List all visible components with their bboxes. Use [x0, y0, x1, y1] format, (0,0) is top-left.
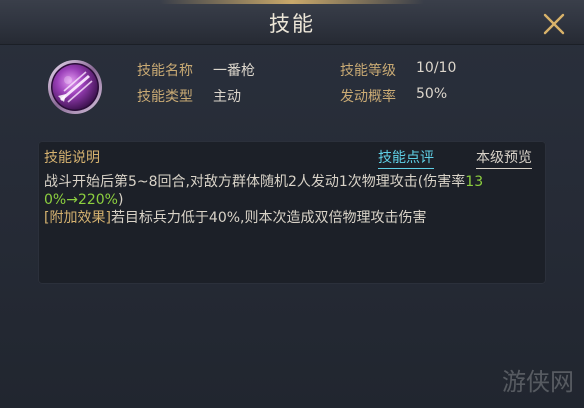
- skill-dialog: 技能 技能名称 一番枪 技能等级 10/10 技能类型 主动 发动概率 50% …: [0, 0, 584, 408]
- description-header: 技能说明: [44, 150, 100, 166]
- damage-rate-highlight-cont: 0%→220%: [44, 192, 118, 208]
- watermark-logo: 游侠网: [500, 360, 578, 400]
- description-text: 战斗开始后第5~8回合,对敌方群体随机2人发动1次物理攻击(伤害率: [44, 174, 466, 190]
- title-ornament: [160, 0, 424, 4]
- extra-effect-text: 若目标兵力低于40%,则本次造成双倍物理攻击伤害: [110, 210, 427, 226]
- skill-type-value: 主动: [213, 89, 241, 105]
- skill-type-label: 技能类型: [137, 89, 193, 105]
- close-icon: [543, 13, 565, 35]
- damage-rate-highlight: 13: [465, 174, 484, 190]
- skill-description-panel: 技能说明 技能点评 本级预览 战斗开始后第5~8回合,对敌方群体随机2人发动1次…: [38, 141, 546, 284]
- title-bar: 技能: [0, 0, 584, 45]
- skill-name-label: 技能名称: [137, 63, 193, 79]
- trigger-chance-label: 发动概率: [340, 89, 396, 105]
- close-button[interactable]: [539, 9, 569, 39]
- trigger-chance-value: 50%: [416, 86, 448, 102]
- description-text-cont: ): [117, 192, 124, 208]
- description-line-3: [附加效果]若目标兵力低于40%,则本次造成双倍物理攻击伤害: [44, 209, 427, 227]
- skill-name-value: 一番枪: [213, 63, 255, 79]
- skill-level-label: 技能等级: [340, 63, 396, 79]
- svg-text:游侠网: 游侠网: [502, 368, 574, 396]
- description-line-2: 0%→220%): [44, 191, 123, 209]
- skill-type-row: 技能类型 主动: [137, 86, 307, 106]
- skill-icon: [46, 58, 104, 116]
- tab-skill-review[interactable]: 技能点评: [378, 147, 434, 169]
- description-line-1: 战斗开始后第5~8回合,对敌方群体随机2人发动1次物理攻击(伤害率13: [44, 173, 483, 191]
- dialog-title: 技能: [269, 12, 315, 36]
- trigger-chance-row: 发动概率 50%: [340, 86, 510, 106]
- tab-level-preview[interactable]: 本级预览: [476, 147, 532, 169]
- skill-level-row: 技能等级 10/10: [340, 60, 510, 80]
- skill-name-row: 技能名称 一番枪: [137, 60, 307, 80]
- extra-effect-tag: [附加效果]: [44, 210, 111, 226]
- skill-level-value: 10/10: [416, 60, 457, 76]
